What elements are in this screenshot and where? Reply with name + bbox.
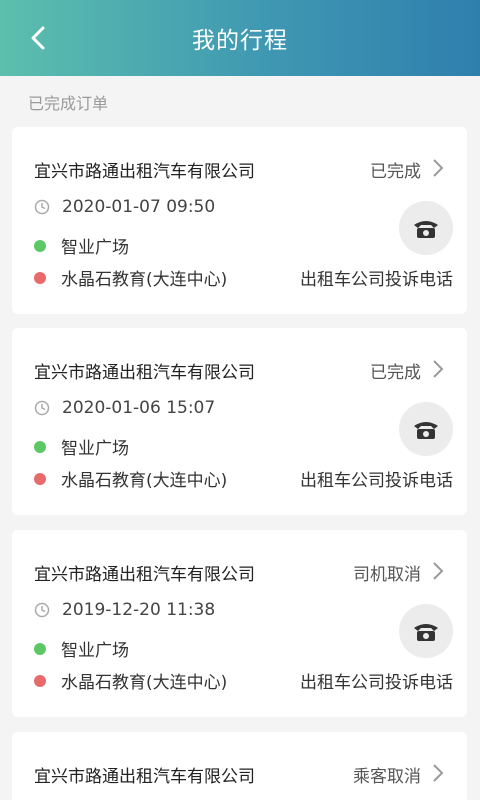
order-card[interactable]: 宜兴市路通出租汽车有限公司 已完成 2020-01-07 09:50 智业广场 … bbox=[12, 127, 467, 314]
header-bar: 我的行程 bbox=[0, 0, 480, 76]
call-button[interactable] bbox=[399, 402, 453, 456]
chevron-left-icon bbox=[31, 26, 45, 50]
clock-icon bbox=[34, 199, 50, 215]
end-location-row: 水晶石教育(大连中心) bbox=[34, 466, 227, 491]
order-status: 已完成 bbox=[370, 363, 421, 383]
time-row: 2020-01-06 15:07 bbox=[34, 398, 215, 418]
company-name: 宜兴市路通出租汽车有限公司 bbox=[34, 565, 255, 585]
company-name: 宜兴市路通出租汽车有限公司 bbox=[34, 363, 255, 383]
start-location-row: 智业广场 bbox=[34, 434, 129, 459]
end-dot-icon bbox=[34, 271, 46, 284]
time-row: 2020-01-07 09:50 bbox=[34, 197, 215, 217]
end-location-row: 水晶石教育(大连中心) bbox=[34, 668, 227, 693]
complaint-hotline-link[interactable]: 出租车公司投诉电话 bbox=[300, 466, 453, 491]
order-time: 2019-12-20 11:38 bbox=[62, 600, 216, 620]
chevron-right-icon bbox=[433, 159, 444, 177]
phone-icon bbox=[414, 221, 438, 238]
chevron-right-icon bbox=[433, 764, 444, 782]
order-card[interactable]: 宜兴市路通出租汽车有限公司 已完成 2020-01-06 15:07 智业广场 … bbox=[12, 328, 467, 515]
complaint-hotline-link[interactable]: 出租车公司投诉电话 bbox=[300, 668, 453, 693]
page-title: 我的行程 bbox=[192, 28, 288, 54]
start-dot-icon bbox=[34, 440, 46, 453]
order-card[interactable]: 宜兴市路通出租汽车有限公司 乘客取消 bbox=[12, 732, 467, 800]
end-location-row: 水晶石教育(大连中心) bbox=[34, 265, 227, 290]
time-row: 2019-12-20 11:38 bbox=[34, 600, 215, 620]
start-location-row: 智业广场 bbox=[34, 233, 129, 258]
company-name: 宜兴市路通出租汽车有限公司 bbox=[34, 162, 255, 182]
call-button[interactable] bbox=[399, 604, 453, 658]
call-button[interactable] bbox=[399, 201, 453, 255]
order-time: 2020-01-07 09:50 bbox=[62, 197, 216, 217]
start-dot-icon bbox=[34, 239, 46, 252]
phone-icon bbox=[414, 422, 438, 439]
start-location: 智业广场 bbox=[61, 439, 129, 459]
section-label: 已完成订单 bbox=[28, 94, 109, 113]
order-card[interactable]: 宜兴市路通出租汽车有限公司 司机取消 2019-12-20 11:38 智业广场… bbox=[12, 530, 467, 717]
order-status: 乘客取消 bbox=[353, 767, 421, 787]
clock-icon bbox=[34, 400, 50, 416]
end-dot-icon bbox=[34, 472, 46, 485]
end-location: 水晶石教育(大连中心) bbox=[61, 471, 228, 491]
start-location: 智业广场 bbox=[61, 238, 129, 258]
end-dot-icon bbox=[34, 674, 46, 687]
back-button[interactable] bbox=[22, 22, 54, 54]
clock-icon bbox=[34, 602, 50, 618]
start-dot-icon bbox=[34, 642, 46, 655]
phone-icon bbox=[414, 624, 438, 641]
order-status: 司机取消 bbox=[353, 565, 421, 585]
start-location-row: 智业广场 bbox=[34, 636, 129, 661]
chevron-right-icon bbox=[433, 360, 444, 378]
end-location: 水晶石教育(大连中心) bbox=[61, 673, 228, 693]
end-location: 水晶石教育(大连中心) bbox=[61, 270, 228, 290]
order-time: 2020-01-06 15:07 bbox=[62, 398, 216, 418]
start-location: 智业广场 bbox=[61, 641, 129, 661]
complaint-hotline-link[interactable]: 出租车公司投诉电话 bbox=[300, 265, 453, 290]
company-name: 宜兴市路通出租汽车有限公司 bbox=[34, 767, 255, 787]
chevron-right-icon bbox=[433, 562, 444, 580]
order-status: 已完成 bbox=[370, 162, 421, 182]
